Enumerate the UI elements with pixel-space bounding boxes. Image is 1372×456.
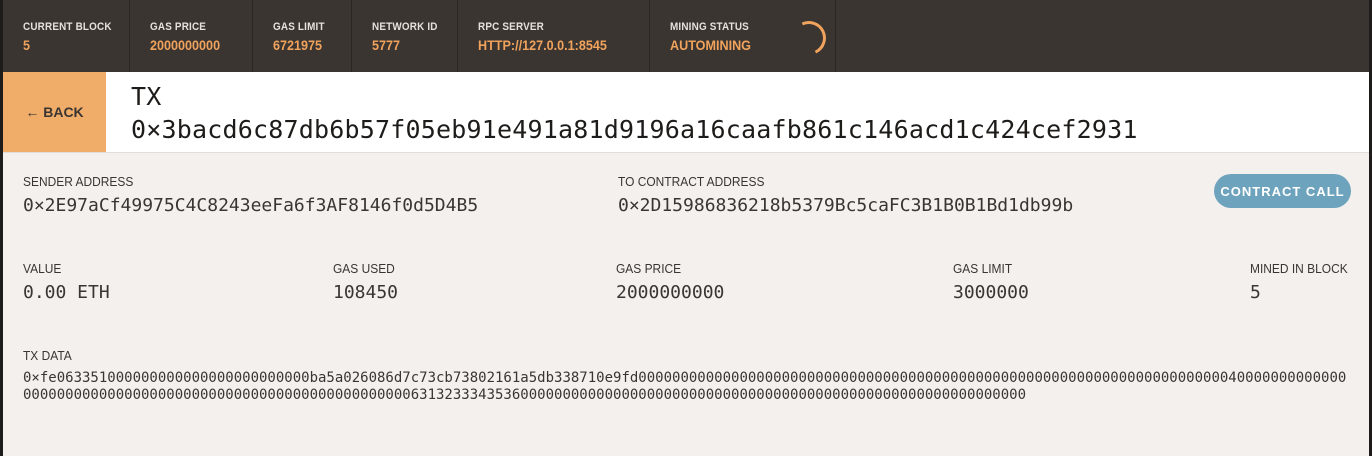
- to-contract-address-field: TO CONTRACT ADDRESS 0×2D15986836218b5379…: [618, 174, 1073, 218]
- back-button[interactable]: ← BACK: [3, 72, 106, 152]
- mined-in-block-value[interactable]: 5: [1250, 281, 1356, 305]
- tx-hash: 0×3bacd6c87db6b57f05eb91e491a81d9196a16c…: [131, 115, 1138, 144]
- stat-value: 5777: [372, 37, 401, 53]
- value-field: VALUE 0.00 ETH: [23, 261, 110, 305]
- transaction-detail-window: CURRENT BLOCK 5 GAS PRICE 2000000000 GAS…: [3, 0, 1369, 456]
- stat-value: AUTOMINING: [670, 37, 751, 53]
- mined-in-block-field: MINED IN BLOCK 5: [1250, 261, 1356, 305]
- field-label: TX DATA: [23, 348, 72, 363]
- stat-current-block: CURRENT BLOCK 5: [3, 0, 130, 72]
- sender-address[interactable]: 0×2E97aCf49975C4C8243eeFa6f3AF8146f0d5D4…: [23, 194, 478, 218]
- field-label: VALUE: [23, 261, 62, 276]
- transaction-header: ← BACK TX 0×3bacd6c87db6b57f05eb91e491a8…: [3, 72, 1369, 153]
- stat-label: MINING STATUS: [670, 21, 749, 33]
- stat-label: NETWORK ID: [372, 21, 438, 33]
- gas-limit-field: GAS LIMIT 3000000: [953, 261, 1029, 305]
- stat-value: 2000000000: [150, 37, 221, 53]
- stat-value: 6721975: [273, 37, 323, 53]
- gas-price-value: 2000000000: [616, 282, 725, 303]
- field-label: MINED IN BLOCK: [1250, 261, 1348, 276]
- stat-value: HTTP://127.0.0.1:8545: [478, 37, 607, 53]
- title-prefix: TX: [131, 82, 162, 111]
- gas-limit-value: 3000000: [953, 282, 1029, 303]
- stat-label: GAS PRICE: [150, 21, 207, 33]
- page-title: TX 0×3bacd6c87db6b57f05eb91e491a81d9196a…: [131, 80, 1138, 146]
- mining-spinner-icon: [787, 16, 831, 60]
- status-bar: CURRENT BLOCK 5 GAS PRICE 2000000000 GAS…: [3, 0, 1369, 72]
- gas-used-value: 108450: [333, 282, 399, 303]
- tx-data-field: TX DATA 0×fe0633510000000000000000000000…: [23, 348, 1348, 404]
- stat-gas-price: GAS PRICE 2000000000: [130, 0, 253, 72]
- field-label: GAS PRICE: [616, 261, 682, 276]
- contract-call-badge: CONTRACT CALL: [1214, 174, 1351, 208]
- field-label: GAS USED: [333, 261, 395, 276]
- to-contract-address[interactable]: 0×2D15986836218b5379Bc5caFC3B1B0B1Bd1db9…: [618, 194, 1073, 218]
- stat-network-id: NETWORK ID 5777: [352, 0, 458, 72]
- stat-gas-limit: GAS LIMIT 6721975: [253, 0, 352, 72]
- sender-address-field: SENDER ADDRESS 0×2E97aCf49975C4C8243eeFa…: [23, 174, 478, 218]
- gas-used-field: GAS USED 108450: [333, 261, 400, 305]
- stat-mining-status: MINING STATUS AUTOMINING: [650, 0, 836, 72]
- field-label: GAS LIMIT: [953, 261, 1013, 276]
- field-label: SENDER ADDRESS: [23, 174, 134, 189]
- field-label: TO CONTRACT ADDRESS: [618, 174, 765, 189]
- stat-label: GAS LIMIT: [273, 21, 325, 33]
- value-amount: 0.00 ETH: [23, 282, 110, 303]
- stat-label: CURRENT BLOCK: [23, 21, 112, 33]
- stat-rpc-server: RPC SERVER HTTP://127.0.0.1:8545: [458, 0, 650, 72]
- tx-data-value: 0×fe063351000000000000000000000000ba5a02…: [23, 370, 1347, 403]
- stat-value: 5: [23, 37, 31, 53]
- gas-price-field: GAS PRICE 2000000000: [616, 261, 724, 305]
- stat-label: RPC SERVER: [478, 21, 544, 33]
